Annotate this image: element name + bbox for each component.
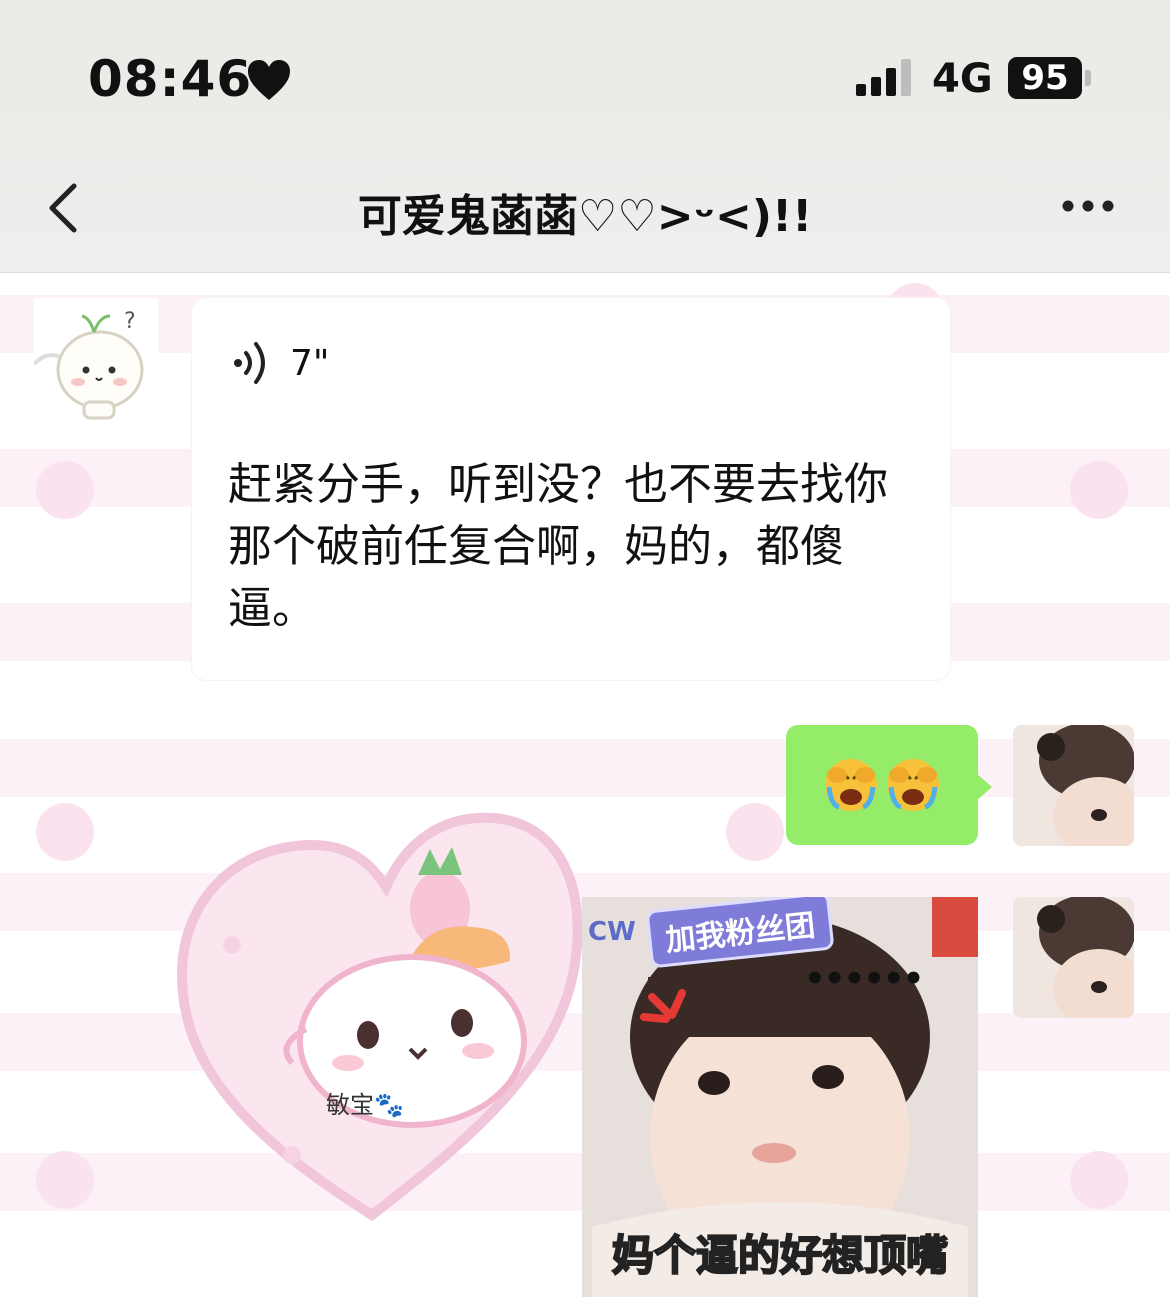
- background-stripe: [0, 739, 1170, 797]
- chat-title: 可爱鬼菡菡♡♡>ᵕ<)!!: [357, 191, 813, 242]
- my-avatar[interactable]: [1013, 725, 1134, 846]
- incoming-voice-message[interactable]: 7" 赶紧分手，听到没？也不要去找你那个破前任复合啊，妈的，都傻逼。: [192, 298, 950, 680]
- heart-bunny-sticker: [176, 812, 583, 1222]
- sticker-image-message[interactable]: CW 加我粉丝团 •••••• 妈个逼的好想顶嘴: [582, 897, 978, 1297]
- face-palm-crying-emoji-icon: [887, 759, 939, 811]
- sticker-corner-text: CW: [588, 917, 636, 947]
- signal-strength-icon: [856, 59, 911, 96]
- battery-level: 95: [1021, 58, 1069, 98]
- background-dot: [726, 803, 784, 861]
- top-bar: 08:46 4G 95 可爱鬼菡菡♡♡>ᵕ<)!!: [0, 0, 1170, 273]
- more-options-icon[interactable]: [1060, 194, 1116, 218]
- voice-wave-icon[interactable]: [232, 338, 272, 388]
- background-dot: [36, 803, 94, 861]
- sticker-label: 敏宝🐾: [326, 1091, 404, 1119]
- bubble-tail: [976, 773, 992, 801]
- battery-tip-icon: [1085, 70, 1091, 86]
- network-type: 4G: [932, 56, 993, 102]
- sticker-dots: ••••••: [804, 959, 924, 999]
- voice-transcript: 赶紧分手，听到没？也不要去找你那个破前任复合啊，妈的，都傻逼。: [228, 459, 888, 634]
- heart-icon: [248, 60, 290, 100]
- my-avatar[interactable]: [1013, 897, 1134, 1018]
- voice-playback[interactable]: 7": [232, 338, 329, 388]
- background-dot: [1070, 1151, 1128, 1209]
- background-dot: [36, 1151, 94, 1209]
- back-chevron-icon[interactable]: [40, 180, 88, 236]
- voice-duration: 7": [290, 342, 330, 384]
- contact-avatar[interactable]: ?: [34, 298, 158, 422]
- face-palm-crying-emoji-icon: [825, 759, 877, 811]
- svg-text:?: ?: [124, 309, 136, 334]
- background-dot: [1070, 461, 1128, 519]
- background-dot: [36, 461, 94, 519]
- sticker-caption: 妈个逼的好想顶嘴: [611, 1230, 949, 1281]
- battery-indicator: 95: [1008, 57, 1082, 99]
- outgoing-emoji-message[interactable]: [786, 725, 978, 845]
- status-time: 08:46: [88, 50, 253, 108]
- chat-area[interactable]: ? 7" 赶紧分手，听到没？也不要去找你那个破前任复合啊，妈的，都傻逼。 敏宝🐾…: [0, 273, 1170, 1298]
